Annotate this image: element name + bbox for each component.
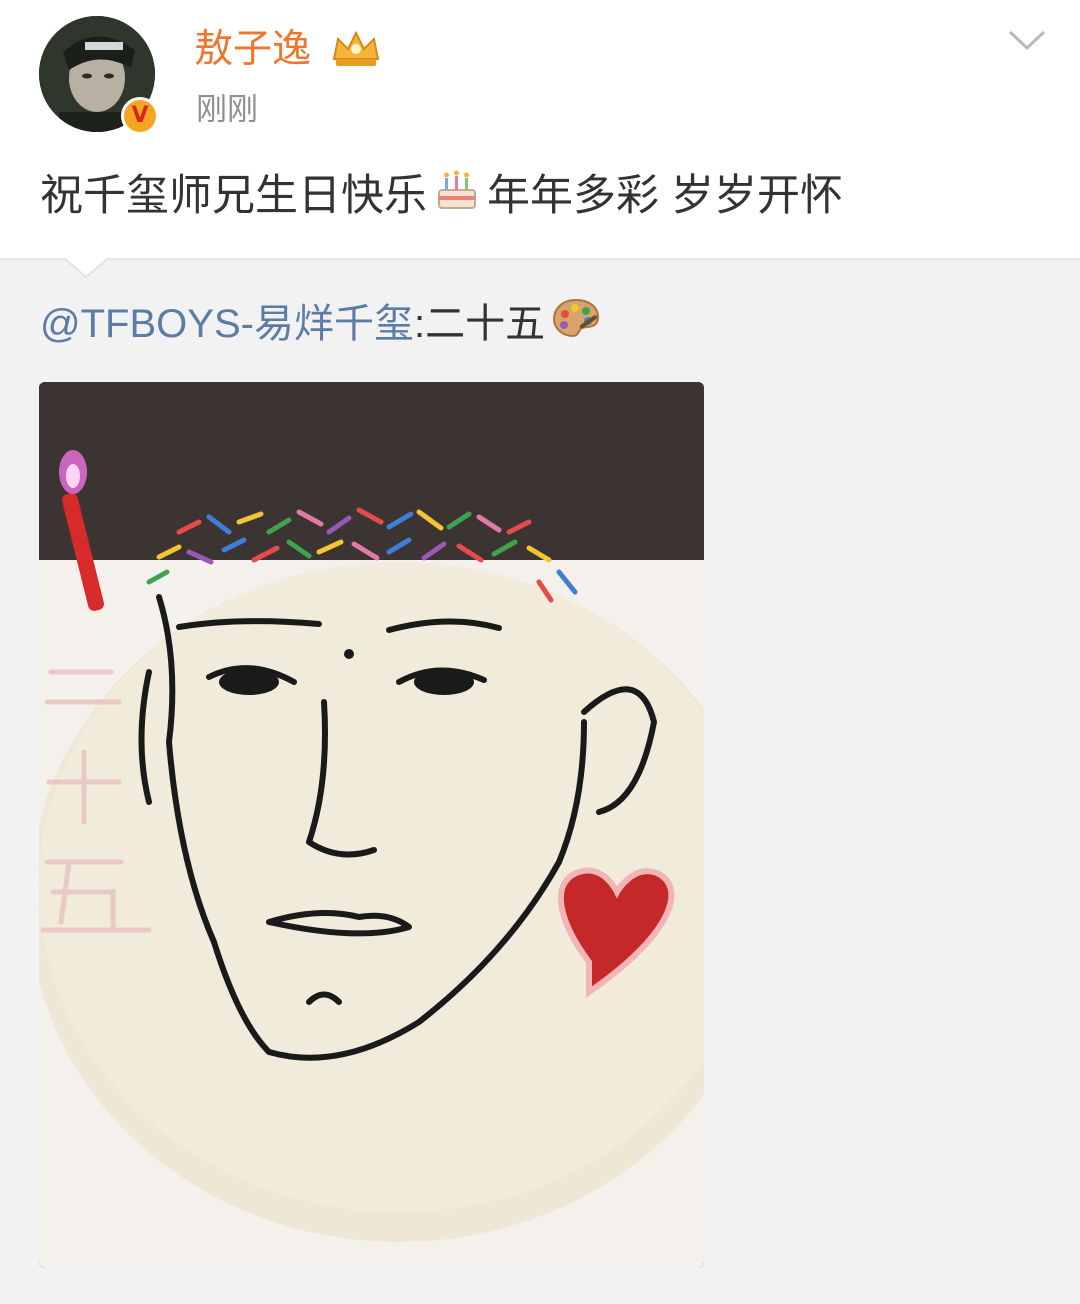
artist-palette-icon	[551, 296, 601, 352]
repost-content: :二十五	[413, 302, 546, 346]
cake-illustration	[39, 382, 704, 1268]
crown-badge-icon	[330, 29, 382, 74]
author-name[interactable]: 敖子逸	[194, 27, 311, 73]
verified-badge: V	[121, 97, 159, 135]
repost-pointer	[63, 257, 109, 284]
repost-text: @TFBOYS-易烊千玺 :二十五	[40, 296, 607, 352]
repost-block[interactable]: @TFBOYS-易烊千玺 :二十五	[0, 257, 1080, 1304]
post-text-part1: 祝千玺师兄生日快乐	[40, 172, 427, 220]
post-text: 祝千玺师兄生日快乐 年年多彩 岁岁开怀	[40, 166, 843, 226]
weibo-post: V 敖子逸 刚刚 祝千玺师兄生日快乐 年年多彩 岁岁开怀	[0, 0, 1080, 258]
mention-link[interactable]: @TFBOYS-易烊千玺	[40, 299, 414, 349]
cake-photo[interactable]	[39, 382, 704, 1268]
post-text-part2: 年年多彩 岁岁开怀	[487, 172, 843, 220]
divider	[0, 258, 1080, 260]
verified-badge-label: V	[131, 103, 149, 128]
post-time: 刚刚	[196, 92, 258, 127]
chevron-down-icon[interactable]	[1007, 28, 1047, 59]
birthday-cake-icon	[433, 166, 481, 226]
